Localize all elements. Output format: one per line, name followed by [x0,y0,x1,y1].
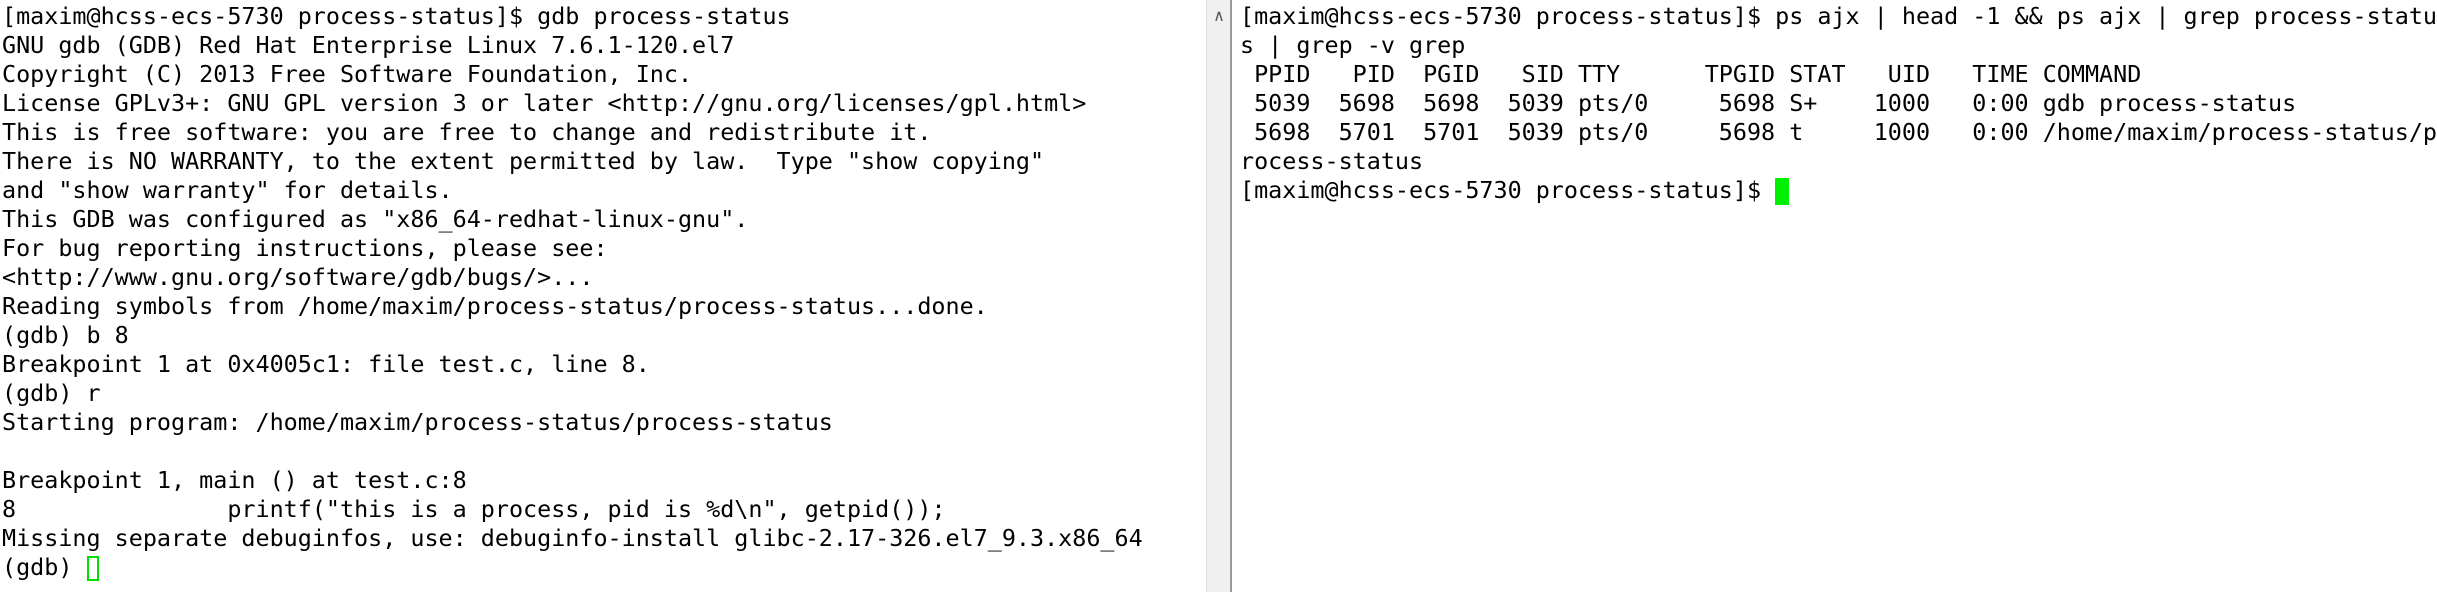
terminal-line: s | grep -v grep [1240,31,1466,59]
terminal-line: There is NO WARRANTY, to the extent perm… [2,147,1045,175]
left-terminal-pane[interactable]: [maxim@hcss-ecs-5730 process-status]$ gd… [0,0,1206,592]
ps-header-line: PPID PID PGID SID TTY TPGID STAT UID TIM… [1240,60,2142,88]
ps-row: 5698 5701 5701 5039 pts/0 5698 t 1000 0:… [1240,118,2437,146]
terminal-line: Starting program: /home/maxim/process-st… [2,408,833,436]
terminal-line: rocess-status [1240,147,1424,175]
terminal-line: Reading symbols from /home/maxim/process… [2,292,988,320]
shell-terminal-output: [maxim@hcss-ecs-5730 process-status]$ ps… [1240,2,2437,205]
terminal-line: [maxim@hcss-ecs-5730 process-status]$ gd… [2,2,791,30]
terminal-line: This is free software: you are free to c… [2,118,932,146]
shell-prompt-line[interactable]: [maxim@hcss-ecs-5730 process-status]$ [1240,176,2437,205]
right-terminal-pane[interactable]: [maxim@hcss-ecs-5730 process-status]$ ps… [1232,0,2437,592]
terminal-line: Breakpoint 1, main () at test.c:8 [2,466,467,494]
terminal-line: License GPLv3+: GNU GPL version 3 or lat… [2,89,1087,117]
terminal-line: For bug reporting instructions, please s… [2,234,608,262]
gdb-terminal-output: [maxim@hcss-ecs-5730 process-status]$ gd… [2,2,1143,582]
terminal-line: and "show warranty" for details. [2,176,453,204]
terminal-cursor [1775,178,1790,205]
gdb-prompt-line[interactable]: (gdb) [2,553,1143,582]
terminal-line: This GDB was configured as "x86_64-redha… [2,205,749,233]
terminal-line: [maxim@hcss-ecs-5730 process-status]$ ps… [1240,2,2437,30]
shell-prompt: [maxim@hcss-ecs-5730 process-status]$ [1240,176,1776,204]
terminal-line: Breakpoint 1 at 0x4005c1: file test.c, l… [2,350,650,378]
left-pane-scrollbar[interactable]: ∧ [1206,0,1231,592]
gdb-prompt: (gdb) [2,553,87,581]
terminal-line: 8 printf("this is a process, pid is %d\n… [2,495,946,523]
terminal-line: <http://www.gnu.org/software/gdb/bugs/>.… [2,263,594,291]
scroll-up-arrow-icon[interactable]: ∧ [1207,6,1231,25]
ps-row: 5039 5698 5698 5039 pts/0 5698 S+ 1000 0… [1240,89,2297,117]
terminal-line: Missing separate debuginfos, use: debugi… [2,524,1143,552]
terminal-line: Copyright (C) 2013 Free Software Foundat… [2,60,693,88]
terminal-line: (gdb) r [2,379,101,407]
terminal-cursor [86,556,99,581]
terminal-line: GNU gdb (GDB) Red Hat Enterprise Linux 7… [2,31,735,59]
terminal-line: (gdb) b 8 [2,321,129,349]
